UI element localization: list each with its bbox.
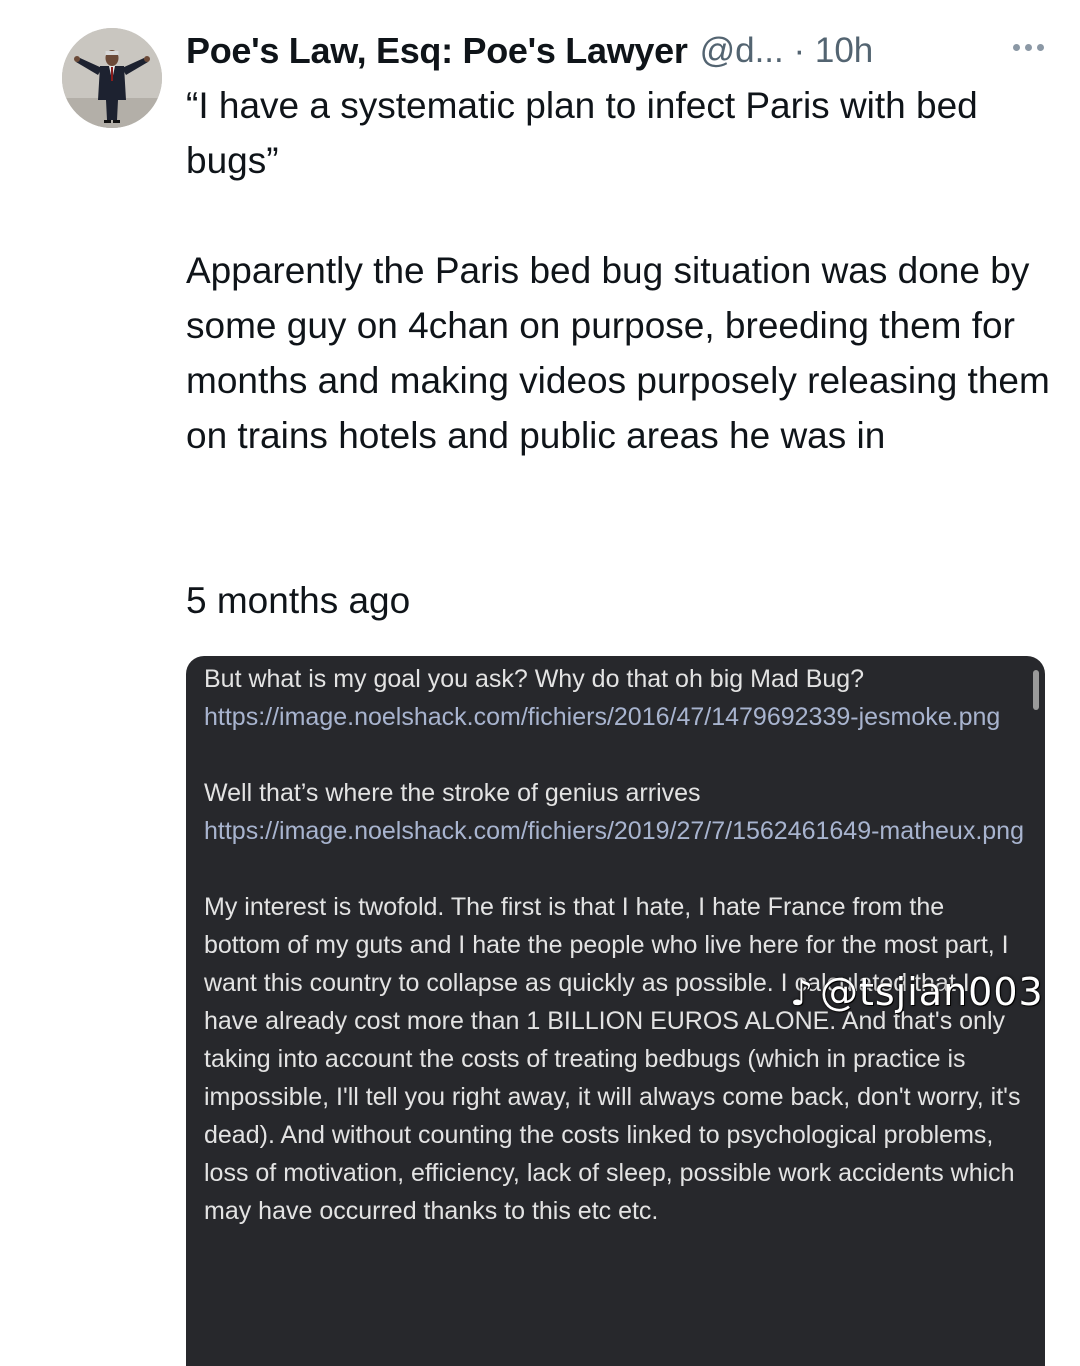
embedded-link[interactable]: https://image.noelshack.com/fichiers/201… <box>204 698 1024 736</box>
avatar[interactable] <box>62 28 162 128</box>
more-options-icon[interactable] <box>1013 32 1044 62</box>
avatar-person-image <box>62 28 162 128</box>
tweet-quote: “I have a systematic plan to infect Pari… <box>186 85 978 181</box>
tweet-text: “I have a systematic plan to infect Pari… <box>186 78 1056 463</box>
tweet-header: Poe's Law, Esq: Poe's Lawyer @d... · 10h <box>186 26 1050 76</box>
dot <box>1025 43 1032 51</box>
post-timestamp: 5 months ago <box>186 580 411 621</box>
watermark-text: @tsjian003 <box>819 970 1044 1014</box>
scrollbar[interactable] <box>1033 670 1039 710</box>
embedded-line: Well that’s where the stroke of genius a… <box>204 779 701 807</box>
handle-and-time[interactable]: @d... · 10h <box>700 31 874 71</box>
embedded-link[interactable]: https://image.noelshack.com/fichiers/201… <box>204 812 1024 850</box>
dot <box>1013 43 1020 51</box>
tiktok-icon: ♪ <box>790 973 814 1014</box>
tiktok-watermark: ♪ @tsjian003 <box>790 970 1044 1014</box>
display-name[interactable]: Poe's Law, Esq: Poe's Lawyer <box>186 30 688 72</box>
embedded-post-text: But what is my goal you ask? Why do that… <box>204 660 1024 1230</box>
dot <box>1037 43 1044 51</box>
embedded-line: But what is my goal you ask? Why do that… <box>204 665 865 693</box>
embedded-paragraph: My interest is twofold. The first is tha… <box>204 893 1021 1225</box>
tweet-body: Apparently the Paris bed bug situation w… <box>186 250 1050 456</box>
